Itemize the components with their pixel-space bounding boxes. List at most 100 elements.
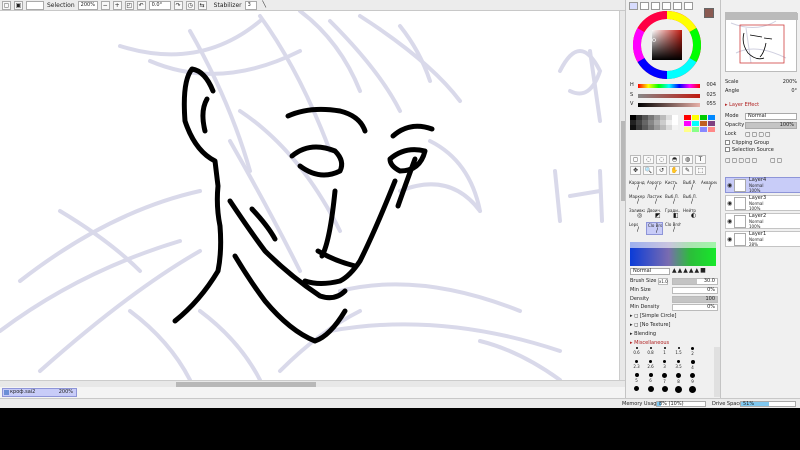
min-size-row[interactable]: Min Size 0% [630,287,718,295]
rotate-right-icon[interactable]: ↷ [173,0,183,10]
magic-wand-icon[interactable]: ◌ [656,155,667,164]
size-preset[interactable] [686,386,699,398]
scale-row[interactable]: Scale 200% [725,79,797,87]
brush-slot[interactable]: Clo Brsh / [664,222,681,235]
density-slider[interactable]: 100 [672,296,718,303]
brush-slot[interactable]: Двоич. ◩ [646,208,663,221]
density-row[interactable]: Density 100 [630,296,718,304]
brush-slot[interactable]: Нейтр ◐ [682,208,699,221]
layer-mode-row[interactable]: Mode Normal [725,113,797,121]
straight-line-icon[interactable]: ╲ [260,1,269,10]
visibility-eye-icon[interactable]: ◉ [727,236,732,243]
size-preset[interactable]: 3 [658,360,671,372]
scratchpad-mode-icon[interactable] [673,2,682,10]
size-preset[interactable] [644,386,657,398]
brush-size-slider[interactable]: 30.0 [672,278,718,285]
brush-slot[interactable]: Выб.Л. / [664,194,681,207]
move-tool-icon[interactable]: ✥ [630,166,641,175]
size-preset[interactable]: 5 [630,373,643,385]
brush-slot[interactable]: Выб.Р. / [682,180,699,193]
brush-slot[interactable]: Кисть / [664,180,681,193]
text-tool-icon[interactable]: T [695,155,706,164]
brush-shape-icons[interactable]: ▲▲▲▲▲■ [672,268,707,274]
canvas-horizontal-scrollbar[interactable] [0,380,625,387]
zoom-tool-icon[interactable]: 🔍 [643,166,654,175]
size-preset[interactable]: 2 [686,347,699,359]
rgb-slider-mode-icon[interactable] [640,2,649,10]
size-preset[interactable]: 1.5 [672,347,685,359]
layer-row[interactable]: ◉ Layer4 Normal 100% [725,177,800,193]
eyedropper-icon[interactable]: ✎ [682,166,693,175]
selection-shape-field[interactable] [26,0,44,10]
document-tab[interactable]: кроф.sai2 200% [2,388,77,397]
drawing-canvas[interactable] [0,11,625,380]
transform-icon[interactable]: ⬚ [695,166,706,175]
min-size-slider[interactable]: 0% [672,287,718,294]
brush-slot[interactable]: Leps / [628,222,645,235]
blending-section[interactable]: ▸ Blending [630,331,656,337]
zoom-in-icon[interactable]: + [112,0,122,10]
rotation-field[interactable]: 0.0° [148,0,171,10]
angle-row[interactable]: Angle 0° [725,88,797,96]
value-slider[interactable]: V 055 [630,101,716,109]
size-preset[interactable]: 8 [672,373,685,385]
zoom-reset-icon[interactable]: ◰ [124,0,134,10]
rotate-left-icon[interactable]: ↶ [136,0,146,10]
brush-slot[interactable]: Ластик / [646,194,663,207]
size-preset[interactable]: 1 [658,347,671,359]
layer-row[interactable]: ◉ Layer1 Normal 28% [725,231,800,247]
size-preset[interactable]: 2.3 [630,360,643,372]
layer-opacity-row[interactable]: Opacity 100% [725,122,797,130]
size-preset[interactable]: 0.8 [644,347,657,359]
size-preset[interactable] [700,386,713,398]
stabilizer-field[interactable]: 3 [244,0,257,10]
hsv-slider-mode-icon[interactable] [651,2,660,10]
min-density-row[interactable]: Min Density 0% [630,304,718,312]
selection-pen-icon[interactable]: ◓ [669,155,680,164]
palette-mode-icon[interactable] [684,2,693,10]
zoom-field[interactable]: 200% [77,0,98,10]
saturation-slider[interactable]: S 025 [630,92,716,100]
visibility-eye-icon[interactable]: ◉ [727,218,732,225]
size-preset[interactable]: 4 [686,360,699,372]
size-preset[interactable]: 0.6 [630,347,643,359]
current-color-swatch[interactable] [704,8,714,18]
color-wheel[interactable] [632,10,702,80]
layer-row[interactable]: ◉ Layer3 Normal 100% [725,195,800,211]
size-preset[interactable]: 3.5 [672,360,685,372]
flip-horizontal-icon[interactable]: ⇆ [197,0,207,10]
miscellaneous-section[interactable]: ▸ Miscellaneous [630,340,669,346]
swatch-mode-icon[interactable] [662,2,671,10]
size-preset[interactable]: 9 [686,373,699,385]
brush-slot[interactable] [700,222,717,235]
layer-row[interactable]: ◉ Layer2 Normal 100% [725,213,800,229]
selection-source-row[interactable]: Selection Source [725,147,797,155]
color-wheel-mode-icon[interactable] [629,2,638,10]
size-preset[interactable]: 7 [658,373,671,385]
brush-slot[interactable] [700,194,717,207]
size-preset[interactable] [700,347,713,359]
layer-effect-section[interactable]: ▸ Layer Effect [725,102,797,110]
blend-mode-select[interactable]: Normal ▲▲▲▲▲■ [630,268,710,276]
visibility-eye-icon[interactable]: ◉ [727,182,732,189]
brush-slot[interactable]: Гради.. ◧ [664,208,681,221]
min-density-slider[interactable]: 0% [672,304,718,311]
layer-action-icons[interactable]: ▢▢▢▢▢ ▢▢ [725,157,797,165]
brush-slot[interactable]: Выб.Л. / [682,194,699,207]
rect-select-icon[interactable]: ◻ [630,155,641,164]
brush-slot[interactable]: Аэрогр / [646,180,663,193]
brush-size-row[interactable]: Brush Size x1.0 30.0 [630,278,718,286]
rotate-tool-icon[interactable]: ↺ [656,166,667,175]
brush-slot[interactable]: Clo Brsh / [646,222,663,235]
size-preset[interactable] [672,386,685,398]
rotate-reset-icon[interactable]: ◷ [185,0,195,10]
size-preset[interactable] [700,360,713,372]
brush-slot[interactable] [700,208,717,221]
size-preset[interactable] [658,386,671,398]
brush-slot[interactable]: Маркер / [628,194,645,207]
brush-slot[interactable] [682,222,699,235]
brush-slot[interactable]: Заливка ◎ [628,208,645,221]
size-preset[interactable] [700,373,713,385]
brush-slot[interactable]: Акварель/ [700,180,717,193]
navigator-preview[interactable] [725,12,798,72]
